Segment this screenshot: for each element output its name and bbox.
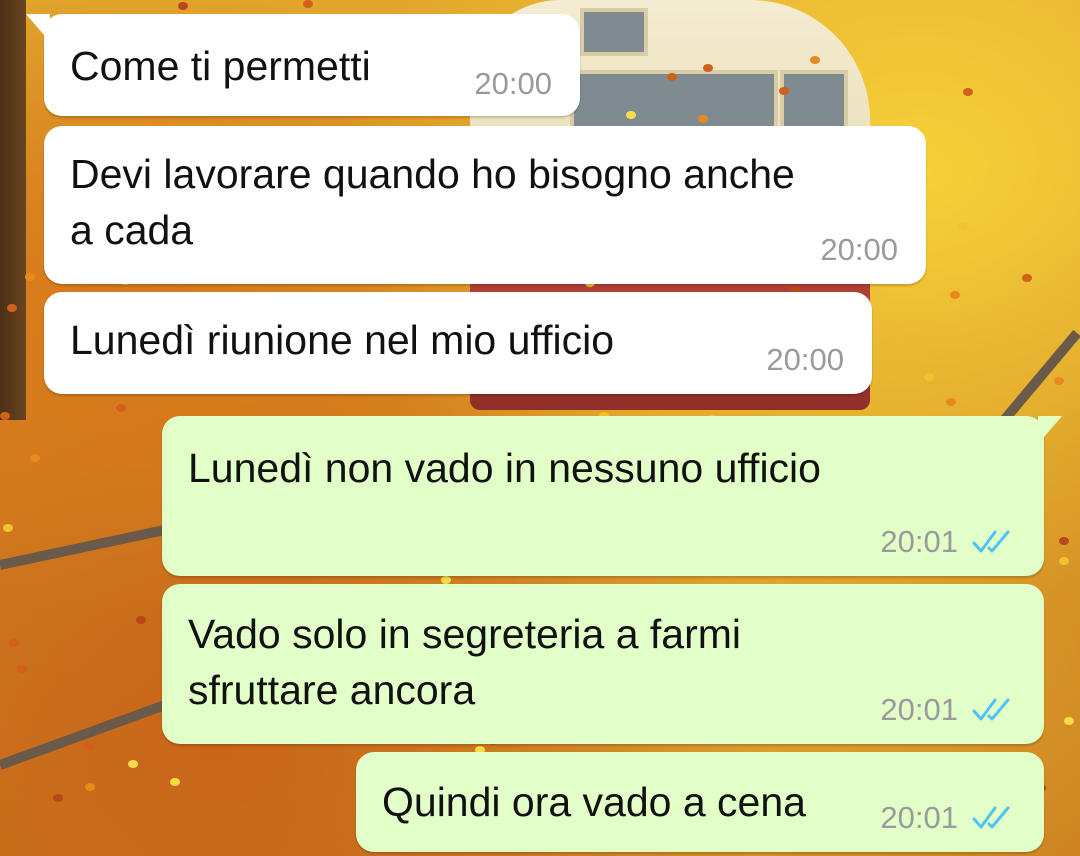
double-check-icon bbox=[972, 698, 1010, 721]
message-meta: 20:00 bbox=[474, 66, 552, 102]
wallpaper-leaf bbox=[698, 115, 708, 123]
wallpaper-leaf bbox=[779, 87, 789, 95]
wallpaper-leaf bbox=[1022, 274, 1032, 282]
wallpaper-leaf bbox=[7, 304, 17, 312]
message-bubble-outgoing[interactable]: Lunedì non vado in nessuno ufficio 20:01 bbox=[162, 416, 1062, 576]
message-text: Come ti permetti bbox=[70, 43, 371, 89]
wallpaper-leaf bbox=[946, 398, 956, 406]
wallpaper-leaf bbox=[3, 524, 13, 532]
wallpaper-leaf bbox=[116, 404, 126, 412]
wallpaper-leaf bbox=[667, 73, 677, 81]
message-meta: 20:01 bbox=[880, 692, 1016, 728]
double-check-icon bbox=[972, 806, 1010, 829]
message-meta: 20:01 bbox=[880, 800, 1016, 836]
wallpaper-leaf bbox=[9, 639, 19, 647]
wallpaper-leaf bbox=[178, 2, 188, 10]
message-bubble-incoming[interactable]: Devi lavorare quando ho bisogno anche a … bbox=[44, 126, 926, 284]
wallpaper-leaf bbox=[963, 88, 973, 96]
wallpaper-leaf bbox=[441, 576, 451, 584]
wallpaper-leaf bbox=[924, 373, 934, 381]
message-meta: 20:01 bbox=[880, 524, 1016, 560]
wallpaper-leaf bbox=[0, 412, 10, 420]
message-time: 20:00 bbox=[820, 232, 898, 267]
wallpaper-leaf bbox=[303, 0, 313, 8]
message-meta: 20:00 bbox=[820, 232, 898, 268]
wallpaper-leaf bbox=[958, 223, 968, 231]
message-text: Vado solo in segreteria a farmi sfruttar… bbox=[188, 611, 742, 713]
message-text: Devi lavorare quando ho bisogno anche a … bbox=[70, 151, 795, 253]
wallpaper-leaf bbox=[128, 760, 138, 768]
message-meta: 20:00 bbox=[766, 342, 844, 378]
message-text: Lunedì riunione nel mio ufficio bbox=[70, 317, 614, 363]
wallpaper-tram-window bbox=[580, 8, 648, 56]
message-time: 20:01 bbox=[880, 800, 958, 835]
message-time: 20:01 bbox=[880, 524, 958, 559]
wallpaper-leaf bbox=[1059, 557, 1069, 565]
wallpaper-leaf bbox=[810, 56, 820, 64]
message-time: 20:00 bbox=[474, 66, 552, 101]
message-time: 20:01 bbox=[880, 692, 958, 727]
bubble-tail bbox=[1038, 416, 1062, 444]
double-check-icon bbox=[972, 530, 1010, 553]
wallpaper-leaf bbox=[1064, 717, 1074, 725]
wallpaper-leaf bbox=[25, 273, 35, 281]
message-bubble-incoming[interactable]: Lunedì riunione nel mio ufficio 20:00 bbox=[44, 292, 872, 394]
wallpaper-rail bbox=[996, 329, 1080, 429]
wallpaper-leaf bbox=[136, 616, 146, 624]
wallpaper-leaf bbox=[950, 291, 960, 299]
wallpaper-leaf bbox=[703, 64, 713, 72]
wallpaper-leaf bbox=[1059, 537, 1069, 545]
wallpaper-leaf bbox=[30, 454, 40, 462]
wallpaper-leaf bbox=[84, 743, 94, 751]
wallpaper-leaf bbox=[53, 794, 63, 802]
message-bubble-outgoing[interactable]: Quindi ora vado a cena 20:01 bbox=[356, 752, 1044, 852]
wallpaper-leaf bbox=[1054, 377, 1064, 385]
bubble-tail bbox=[26, 14, 50, 42]
message-text: Quindi ora vado a cena bbox=[382, 779, 806, 825]
message-bubble-outgoing[interactable]: Vado solo in segreteria a farmi sfruttar… bbox=[162, 584, 1044, 744]
wallpaper-leaf bbox=[85, 783, 95, 791]
message-time: 20:00 bbox=[766, 342, 844, 377]
wallpaper-tree-trunk bbox=[0, 0, 26, 420]
wallpaper-leaf bbox=[626, 111, 636, 119]
message-text: Lunedì non vado in nessuno ufficio bbox=[188, 445, 821, 491]
wallpaper-leaf bbox=[17, 665, 27, 673]
message-bubble-incoming[interactable]: Come ti permetti 20:00 bbox=[26, 14, 580, 116]
wallpaper-leaf bbox=[170, 778, 180, 786]
